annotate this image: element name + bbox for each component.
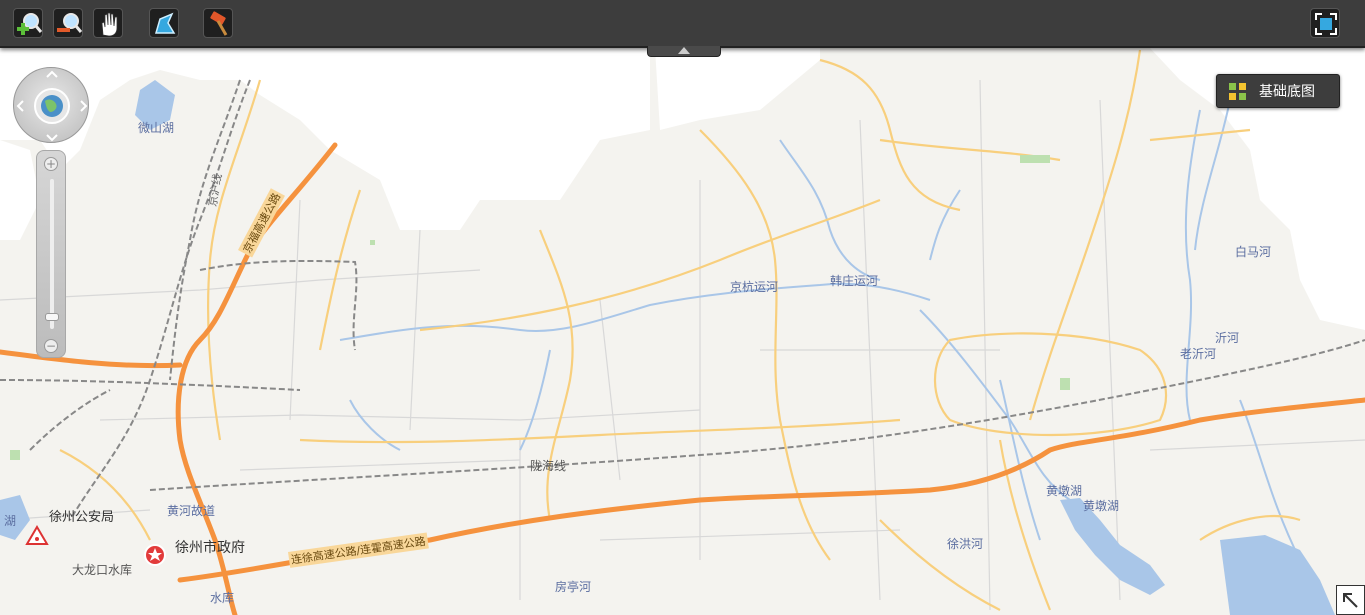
- hammer-tool-button[interactable]: [203, 8, 233, 38]
- label-dalongkou: 大龙口水库: [72, 563, 133, 577]
- park: [1060, 378, 1070, 390]
- label-xuhong-river: 徐洪河: [947, 537, 984, 551]
- toolbar-collapse-tab[interactable]: [647, 46, 721, 57]
- zoom-in-tool-button[interactable]: [13, 8, 43, 38]
- label-weishan-lake: 微山湖: [138, 121, 175, 135]
- shape-icon: [155, 12, 176, 34]
- gov-marker-icon: [144, 544, 166, 566]
- minor-roads: [0, 79, 1365, 611]
- label-xuzhou-hu: 湖: [4, 514, 17, 528]
- label-baima-river: 白马河: [1235, 245, 1272, 259]
- zoom-track[interactable]: [50, 179, 54, 329]
- zoom-thumb[interactable]: [45, 313, 59, 321]
- pan-control[interactable]: [13, 67, 89, 143]
- measure-tool-button[interactable]: [149, 8, 179, 38]
- fullscreen-icon: [1315, 13, 1337, 35]
- unloaded-area: [0, 48, 650, 230]
- label-huangdun-lake-1: 黄墩湖: [1046, 484, 1083, 498]
- zoom-out-tool-button[interactable]: [53, 8, 83, 38]
- label-lao-yi-river: 老沂河: [1180, 347, 1217, 361]
- magnifier-plus-icon: [17, 13, 43, 35]
- pan-tool-button[interactable]: [93, 8, 123, 38]
- overview-toggle-button[interactable]: [1336, 585, 1365, 615]
- park: [1020, 155, 1050, 163]
- label-fangting-river: 房亭河: [555, 580, 592, 594]
- label-huanghe-ancient: 黄河故道: [167, 504, 216, 518]
- secondary-roads: [59, 49, 1301, 611]
- basemap-button[interactable]: 基础底图: [1216, 74, 1340, 108]
- magnifier-minus-icon: [57, 13, 83, 33]
- label-yi-river: 沂河: [1215, 331, 1240, 345]
- unloaded-area: [0, 140, 40, 240]
- hand-icon: [101, 12, 118, 37]
- label-reservoir-bottom: 水库: [210, 591, 235, 605]
- label-jinghang-canal: 京杭运河: [730, 280, 779, 294]
- park: [370, 240, 375, 245]
- chevron-up-icon: [678, 47, 690, 54]
- grid-layers-icon: [1229, 83, 1246, 100]
- park: [10, 450, 20, 460]
- label-longhai-line: 陇海线: [530, 459, 567, 473]
- label-hanzhuang-canal: 韩庄运河: [830, 274, 879, 288]
- hammer-icon: [210, 11, 228, 36]
- compass-globe-icon: [16, 70, 88, 142]
- police-marker-icon: [25, 525, 49, 545]
- map-canvas[interactable]: [0, 0, 1365, 615]
- basemap-label: 基础底图: [1259, 84, 1315, 100]
- reservoir-bottom-right: [1220, 535, 1335, 615]
- zoom-out-button[interactable]: −: [44, 339, 58, 353]
- map-toolbar: [0, 0, 1365, 48]
- zoom-in-button[interactable]: +: [44, 157, 58, 171]
- label-xuzhou-police: 徐州公安局: [49, 510, 115, 525]
- unloaded-area: [655, 48, 820, 130]
- zoom-slider[interactable]: + −: [36, 150, 66, 358]
- arrow-up-left-icon: [1343, 593, 1358, 608]
- label-xuzhou-gov: 徐州市政府: [175, 540, 245, 556]
- fullscreen-button[interactable]: [1310, 8, 1340, 38]
- label-huangdun-lake-2: 黄墩湖: [1083, 499, 1120, 513]
